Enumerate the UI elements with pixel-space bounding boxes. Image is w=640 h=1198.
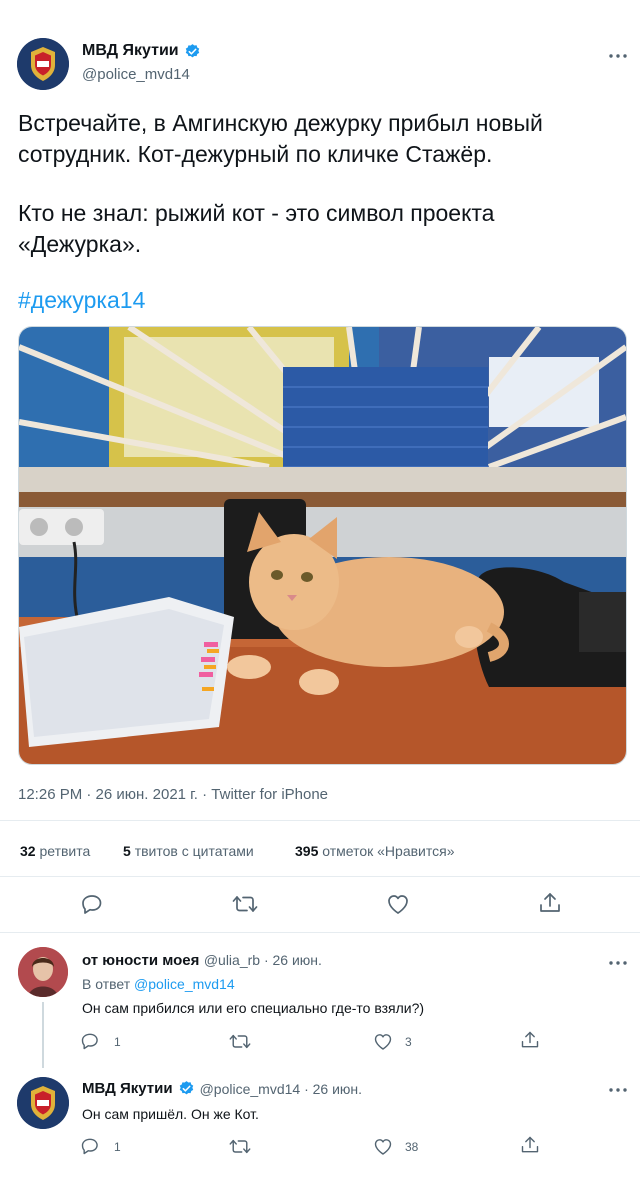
reply2-author-name[interactable]: МВД Якутии (82, 1080, 173, 1097)
heart-icon[interactable] (386, 893, 410, 915)
retweet-icon[interactable] (229, 1032, 251, 1051)
share-icon[interactable] (538, 891, 562, 915)
reply1-author-name[interactable]: от юности моея (82, 952, 199, 969)
share-icon[interactable] (520, 1135, 540, 1155)
reply2-text: Он сам пришёл. Он же Кот. (82, 1106, 259, 1122)
reply2-meta[interactable]: @police_mvd14 · 26 июн. (200, 1081, 362, 1097)
tweet-timestamp[interactable]: 12:26 PM · 26 июн. 2021 г. · Twitter for… (18, 786, 328, 803)
author-handle[interactable]: @police_mvd14 (82, 66, 190, 83)
police-emblem-icon (17, 38, 69, 90)
more-icon[interactable] (609, 48, 627, 59)
reply2-reply-count: 1 (114, 1140, 121, 1154)
quotes-count: 5 (123, 843, 131, 859)
reply1-like-count: 3 (405, 1035, 412, 1049)
quotes-stat[interactable]: 5 твитов с цитатами (123, 843, 254, 859)
author-avatar[interactable] (17, 38, 69, 90)
retweets-stat[interactable]: 32 ретвита (20, 843, 90, 859)
more-icon[interactable] (609, 1082, 627, 1093)
verified-badge-icon (179, 1081, 193, 1095)
reply1-text: Он сам прибился или его специально где-т… (82, 1000, 425, 1016)
hashtag-link[interactable]: #дежурка14 (18, 287, 145, 314)
reply1-avatar[interactable] (18, 947, 68, 997)
reply2-avatar[interactable] (17, 1077, 69, 1129)
thread-line (42, 1002, 44, 1068)
likes-count: 395 (295, 843, 319, 859)
heart-icon[interactable] (373, 1032, 393, 1051)
retweets-label: ретвита (39, 843, 91, 859)
verified-badge-icon (185, 43, 199, 57)
share-icon[interactable] (520, 1030, 540, 1050)
more-icon[interactable] (609, 955, 627, 966)
retweets-count: 32 (20, 843, 36, 859)
divider (0, 932, 640, 933)
reply1-reply-to-handle[interactable]: @police_mvd14 (134, 976, 235, 992)
police-emblem-icon (17, 1077, 69, 1129)
reply-icon[interactable] (80, 1136, 100, 1156)
reply-icon[interactable] (80, 1031, 100, 1051)
cat-on-desk-image (19, 327, 626, 764)
retweet-icon[interactable] (232, 893, 258, 915)
tweet-text-paragraph-1: Встречайте, в Амгинскую дежурку прибыл н… (18, 110, 543, 167)
reply-icon[interactable] (80, 892, 104, 916)
heart-icon[interactable] (373, 1137, 393, 1156)
divider (0, 820, 640, 821)
tweet-photo[interactable] (18, 326, 627, 765)
divider (0, 876, 640, 877)
reply2-like-count: 38 (405, 1140, 419, 1154)
reply1-reply-count: 1 (114, 1035, 121, 1049)
user-photo-icon (18, 947, 68, 997)
likes-stat[interactable]: 395 отметок «Нравится» (295, 843, 455, 859)
likes-label: отметок «Нравится» (322, 843, 455, 859)
author-name[interactable]: МВД Якутии (82, 42, 179, 60)
reply1-reply-to-prefix: В ответ (82, 976, 131, 992)
quotes-label: твитов с цитатами (134, 843, 254, 859)
reply1-meta[interactable]: @ulia_rb · 26 июн. (204, 952, 322, 968)
retweet-icon[interactable] (229, 1137, 251, 1156)
tweet-text-paragraph-2: Кто не знал: рыжий кот - это символ прое… (18, 200, 495, 257)
